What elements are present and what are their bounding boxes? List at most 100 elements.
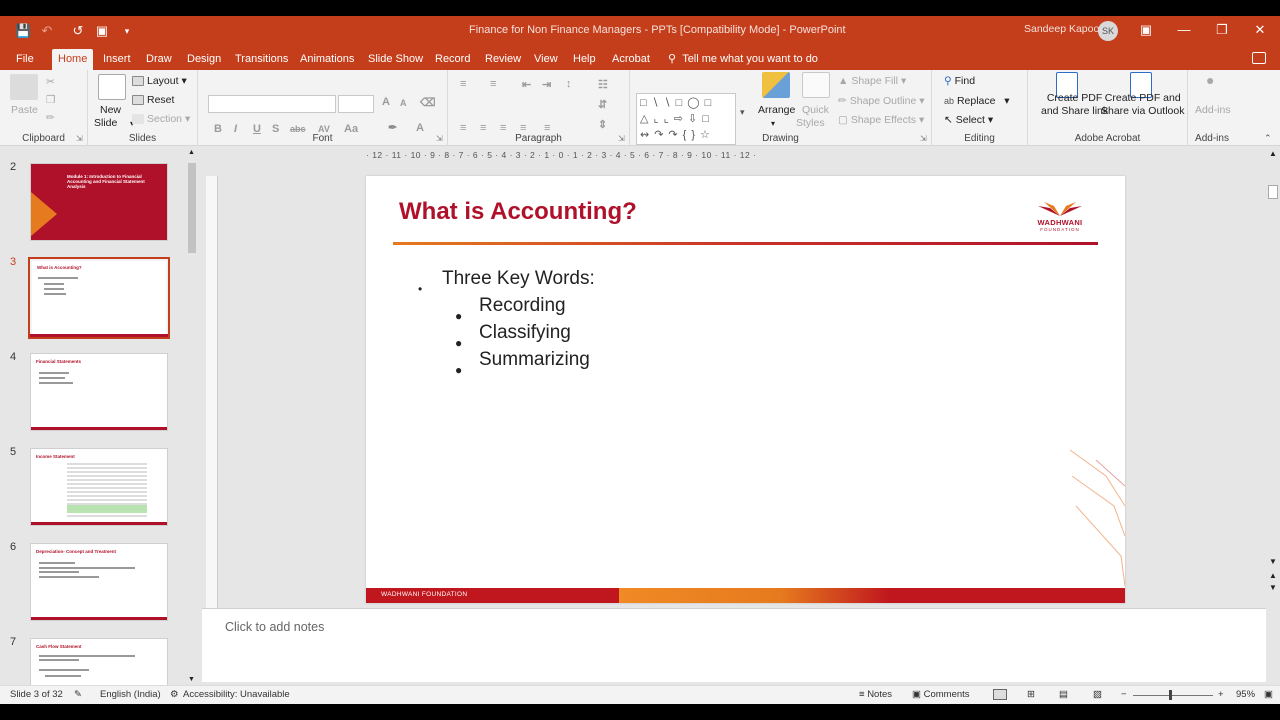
select-button[interactable]: ↖ Select ▾ — [944, 114, 993, 127]
replace-button[interactable]: ab Replace ▾ — [944, 95, 1010, 108]
normal-view-icon[interactable] — [993, 689, 1007, 700]
layout-button[interactable]: Layout ▾ — [132, 75, 187, 88]
comments-toggle[interactable]: ▣ Comments — [912, 689, 970, 700]
tab-home[interactable]: Home — [52, 49, 94, 70]
addins-button[interactable]: Add-ins — [1195, 104, 1231, 117]
tab-record[interactable]: Record — [429, 49, 476, 70]
accessibility-status[interactable]: Accessibility: Unavailable — [183, 689, 290, 700]
thumbnail-scrollbar[interactable]: ▲ ▼ — [186, 149, 198, 683]
slide-scroll-thumb[interactable] — [1268, 185, 1278, 199]
sub-bullet[interactable]: Recording — [479, 295, 566, 317]
tab-insert[interactable]: Insert — [97, 49, 137, 70]
clear-formatting-icon[interactable]: ⌫ — [420, 96, 436, 109]
slide-canvas[interactable]: What is Accounting? WADHWANI FOUNDATION … — [366, 176, 1125, 603]
thumbnail-slide-4[interactable]: Financial Statements — [30, 353, 168, 431]
thumbnail-scroll-thumb[interactable] — [188, 163, 196, 253]
collapse-ribbon-icon[interactable]: ⌃ — [1264, 132, 1272, 145]
scroll-down-icon[interactable]: ▼ — [1269, 557, 1277, 566]
columns-icon[interactable]: ☷ — [598, 78, 608, 91]
zoom-level[interactable]: 95% — [1236, 689, 1255, 700]
thumbnail-slide-7[interactable]: Cash Flow Statement — [30, 638, 168, 685]
scroll-down-icon[interactable]: ▼ — [188, 676, 195, 683]
slideshow-view-icon[interactable]: ▧ — [1093, 689, 1102, 700]
minimize-icon[interactable]: — — [1174, 20, 1194, 40]
tab-draw[interactable]: Draw — [140, 49, 178, 70]
tab-review[interactable]: Review — [479, 49, 527, 70]
tell-me-search[interactable]: ⚲ Tell me what you want to do — [668, 49, 818, 70]
thumbnail-slide-2[interactable]: Module 1: Introduction to Financial Acco… — [30, 163, 168, 241]
copy-icon[interactable]: ❐ — [46, 94, 55, 107]
create-pdf-share-link-button[interactable]: Create PDF and Share link — [1041, 92, 1108, 118]
new-slide-label-1[interactable]: New — [100, 104, 121, 117]
slide-title[interactable]: What is Accounting? — [399, 198, 637, 226]
align-text-icon[interactable]: ⇕ — [598, 118, 607, 131]
restore-icon[interactable]: ❐ — [1212, 20, 1232, 40]
avatar[interactable]: SK — [1098, 21, 1118, 41]
scroll-up-icon[interactable]: ▲ — [188, 149, 195, 156]
fit-to-window-icon[interactable]: ▣ — [1264, 689, 1273, 700]
shapes-more-icon[interactable]: ▾ — [740, 106, 745, 119]
bullets-icon[interactable]: ≡ — [460, 78, 466, 90]
tab-help[interactable]: Help — [567, 49, 602, 70]
section-button[interactable]: Section ▾ — [132, 113, 190, 126]
language-indicator[interactable]: English (India) — [100, 689, 161, 700]
previous-slide-icon[interactable]: ▲ — [1269, 571, 1277, 580]
paste-button[interactable]: Paste — [11, 104, 38, 117]
tab-view[interactable]: View — [528, 49, 564, 70]
font-size-combo[interactable] — [338, 95, 374, 113]
numbering-icon[interactable]: ≡ — [490, 78, 496, 90]
quick-styles-label-2[interactable]: Styles — [796, 117, 825, 130]
user-name[interactable]: Sandeep Kapoor — [1024, 23, 1103, 35]
comments-icon[interactable] — [1252, 52, 1266, 64]
new-slide-label-2[interactable]: Slide — [94, 117, 117, 130]
thumbnail-slide-6[interactable]: Depreciation- Concept and Treatment — [30, 543, 168, 621]
tab-acrobat[interactable]: Acrobat — [606, 49, 656, 70]
sub-bullet[interactable]: Classifying — [479, 322, 571, 344]
tab-animations[interactable]: Animations — [294, 49, 360, 70]
save-icon[interactable]: 💾 — [15, 23, 31, 39]
shape-fill-button[interactable]: ▲ Shape Fill ▾ — [838, 75, 906, 88]
zoom-out-icon[interactable]: − — [1121, 689, 1127, 700]
arrange-button[interactable]: Arrange — [758, 104, 795, 117]
customize-qat-icon[interactable]: ▾ — [119, 23, 135, 39]
ribbon-display-options-icon[interactable]: ▣ — [1136, 20, 1156, 40]
font-name-combo[interactable] — [208, 95, 336, 113]
notes-placeholder[interactable]: Click to add notes — [225, 620, 324, 634]
format-painter-icon[interactable]: ✏ — [46, 112, 55, 125]
thumbnail-slide-5[interactable]: Income Statement — [30, 448, 168, 526]
notes-toggle[interactable]: ≡ Notes — [859, 689, 892, 700]
shape-outline-button[interactable]: ✏ Shape Outline ▾ — [838, 95, 925, 108]
drawing-launcher-icon[interactable]: ⇲ — [920, 132, 927, 145]
text-direction-icon[interactable]: ⇵ — [598, 98, 607, 111]
next-slide-icon[interactable]: ▼ — [1269, 583, 1277, 592]
notes-pane[interactable]: Click to add notes — [202, 608, 1266, 682]
shape-effects-button[interactable]: ▢ Shape Effects ▾ — [838, 114, 924, 127]
line-spacing-icon[interactable]: ↕ — [566, 78, 572, 90]
increase-font-icon[interactable]: A — [382, 96, 390, 108]
tab-file[interactable]: File — [10, 49, 40, 70]
slide-scrollbar[interactable]: ▲ ▼ ▲ ▼ — [1266, 147, 1280, 602]
font-launcher-icon[interactable]: ⇲ — [436, 132, 443, 145]
increase-indent-icon[interactable]: ⇥ — [542, 78, 551, 91]
quick-styles-label-1[interactable]: Quick — [802, 104, 829, 117]
slide-sorter-icon[interactable]: ⊞ — [1027, 689, 1035, 700]
undo-icon[interactable]: ↶ — [39, 23, 55, 39]
start-slideshow-icon[interactable]: ▣ — [94, 23, 110, 39]
create-pdf-outlook-button[interactable]: Create PDF and Share via Outlook — [1101, 92, 1184, 118]
cut-icon[interactable]: ✂ — [46, 76, 55, 89]
paragraph-launcher-icon[interactable]: ⇲ — [618, 132, 625, 145]
tab-design[interactable]: Design — [181, 49, 227, 70]
zoom-slider-thumb[interactable] — [1169, 690, 1172, 700]
reset-button[interactable]: Reset — [132, 94, 174, 107]
decrease-font-icon[interactable]: A — [400, 98, 407, 108]
clipboard-launcher-icon[interactable]: ⇲ — [76, 132, 83, 145]
zoom-in-icon[interactable]: + — [1218, 689, 1224, 700]
tab-transitions[interactable]: Transitions — [229, 49, 294, 70]
decrease-indent-icon[interactable]: ⇤ — [522, 78, 531, 91]
slide-counter[interactable]: Slide 3 of 32 — [10, 689, 63, 700]
tab-slide-show[interactable]: Slide Show — [362, 49, 429, 70]
zoom-slider[interactable] — [1133, 695, 1213, 696]
find-button[interactable]: ⚲ Find — [944, 75, 975, 88]
bullet-main[interactable]: Three Key Words: — [442, 268, 595, 290]
reading-view-icon[interactable]: ▤ — [1059, 689, 1068, 700]
